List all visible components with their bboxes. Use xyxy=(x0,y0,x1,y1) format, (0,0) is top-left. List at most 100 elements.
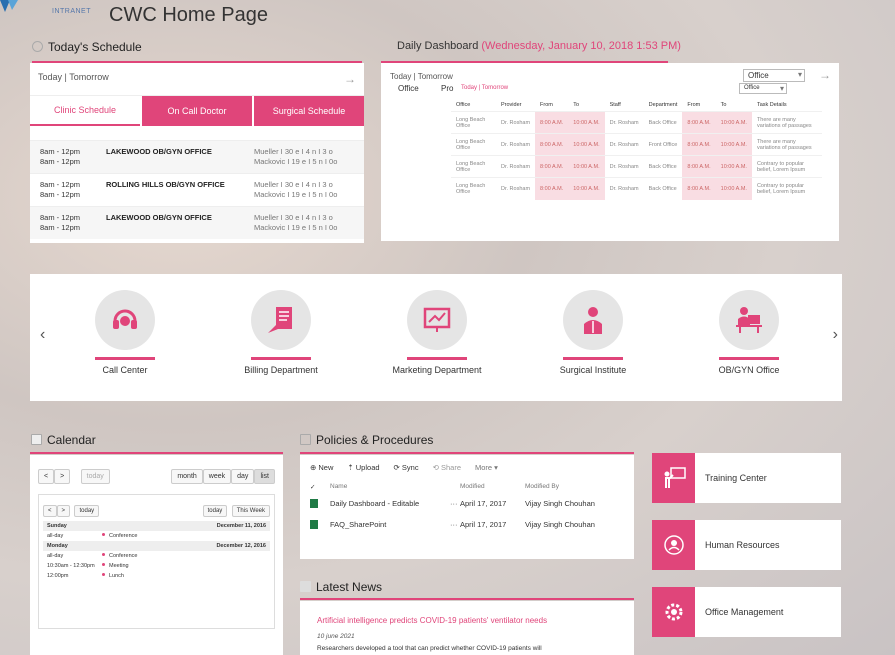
carousel-prev-icon[interactable]: ‹ xyxy=(40,326,45,344)
new-button[interactable]: ⊕ New xyxy=(310,463,333,472)
dashboard-title: Daily Dashboard xyxy=(397,40,479,52)
schedule-card: Today | Tomorrow → Clinic Schedule On Ca… xyxy=(30,63,364,243)
col-modified[interactable]: Modified xyxy=(460,483,525,491)
event-time: 12:00pm xyxy=(47,573,69,579)
event-name: Lunch xyxy=(109,573,124,579)
file-row[interactable]: FAQ_SharePoint ··· April 17, 2017 Vijay Sin… xyxy=(300,515,634,536)
calendar-day-label: Sunday xyxy=(47,523,67,529)
inner-office-filter-select[interactable]: Office xyxy=(739,83,787,94)
calendar-today-button[interactable]: today xyxy=(80,469,110,484)
file-name[interactable]: Daily Dashboard - Editable xyxy=(330,499,450,510)
department-underline xyxy=(719,357,779,360)
dashboard-cell: 8:00 A.M. xyxy=(682,155,716,178)
select-all-check-icon[interactable]: ✓ xyxy=(310,483,330,491)
dashboard-cell: Long Beach Office xyxy=(451,177,496,200)
news-header: Latest News xyxy=(300,580,382,594)
tile-office-management[interactable]: Office Management xyxy=(652,587,841,637)
carousel-next-icon[interactable]: › xyxy=(833,326,838,344)
file-row[interactable]: Daily Dashboard - Editable ··· April 17, 2… xyxy=(300,494,634,515)
office-filter-select[interactable]: Office xyxy=(743,69,805,82)
excel-file-icon xyxy=(310,520,330,531)
dashboard-inner-day-toggle[interactable]: Today | Tomorrow xyxy=(461,85,508,91)
dashboard-row: Long Beach Office Dr. Rosham 8:00 A.M. 10:0… xyxy=(451,133,822,156)
department-name: OB/GYN Office xyxy=(718,365,780,375)
calendar-view-day-button[interactable]: day xyxy=(231,469,255,484)
dashboard-column-header: Department xyxy=(648,102,678,108)
event-time: 10:30am - 12:30pm xyxy=(47,563,95,569)
policies-underline xyxy=(300,452,634,454)
schedule-day-toggle[interactable]: Today | Tomorrow xyxy=(38,72,109,86)
department-item[interactable]: Call Center xyxy=(70,290,180,375)
department-name: Surgical Institute xyxy=(559,365,627,375)
department-item[interactable]: OB/GYN Office xyxy=(694,290,804,375)
dashboard-day-toggle[interactable]: Today | Tomorrow xyxy=(390,72,453,81)
file-name[interactable]: FAQ_SharePoint xyxy=(330,520,450,531)
schedule-doctors: Mueller I 30 e I 4 n I 3 o Mackovic I 19… xyxy=(254,147,338,166)
department-item[interactable]: Surgical Institute xyxy=(538,290,648,375)
schedule-row[interactable]: 8am - 12pm 8am - 12pm ROLLING HILLS OB/GY… xyxy=(30,173,364,206)
person-circle-icon xyxy=(652,520,695,570)
tab-surgical-schedule[interactable]: Surgical Schedule xyxy=(254,96,364,126)
calendar-view-week-button[interactable]: week xyxy=(202,469,232,484)
calendar-day-header: Monday December 12, 2016 xyxy=(43,541,270,551)
schedule-next-arrow-icon[interactable]: → xyxy=(344,72,356,86)
logo xyxy=(0,0,22,18)
department-item[interactable]: Marketing Department xyxy=(382,290,492,375)
tab-on-call-doctor[interactable]: On Call Doctor xyxy=(142,96,252,126)
policies-header: Policies & Procedures xyxy=(300,433,433,447)
tile-human-resources[interactable]: Human Resources xyxy=(652,520,841,570)
event-dot-icon xyxy=(102,533,105,536)
department-name: Call Center xyxy=(102,365,148,375)
news-headline[interactable]: Artificial intelligence predicts COVID-1… xyxy=(317,616,617,625)
list-this-week-button[interactable]: This Week xyxy=(231,505,270,517)
list-today-button[interactable]: today xyxy=(74,505,100,517)
schedule-doctors: Mueller I 30 e I 4 n I 3 o Mackovic I 19… xyxy=(254,180,338,199)
dashboard-cell: Long Beach Office xyxy=(451,155,496,178)
dashboard-column-header: Office xyxy=(456,102,471,108)
list-today-button-right[interactable]: today xyxy=(202,505,228,517)
tile-label: Human Resources xyxy=(705,540,780,550)
calendar-event[interactable]: 12:00pm Lunch xyxy=(43,571,270,581)
col-name[interactable]: Name xyxy=(330,483,450,491)
calendar-event[interactable]: all-day Conference xyxy=(43,551,270,561)
brand-subtitle: INTRANET xyxy=(52,8,91,15)
col-modified-by[interactable]: Modified By xyxy=(525,483,624,491)
calendar-prev-button[interactable]: < xyxy=(38,469,55,484)
calendar-next-button[interactable]: > xyxy=(54,469,71,484)
calendar-event[interactable]: 10:30am - 12:30pm Meeting xyxy=(43,561,270,571)
dashboard-column-header: Provider xyxy=(501,102,522,108)
calendar-view-list-button[interactable]: list xyxy=(254,469,275,484)
dashboard-cell: 10:00 A.M. xyxy=(715,177,752,200)
tab-clinic-schedule[interactable]: Clinic Schedule xyxy=(30,96,140,126)
schedule-header: Today's Schedule xyxy=(32,40,362,63)
dashboard-column-header: From xyxy=(687,102,701,108)
tile-training-center[interactable]: Training Center xyxy=(652,453,841,503)
calendar-view-month-button[interactable]: month xyxy=(171,469,203,484)
list-prev-button[interactable]: < xyxy=(43,505,57,517)
file-more-icon[interactable]: ··· xyxy=(450,520,460,531)
schedule-row[interactable]: 8am - 12pm 8am - 12pm LAKEWOOD OB/GYN OFF… xyxy=(30,206,364,239)
department-item[interactable]: Billing Department xyxy=(226,290,336,375)
more-button[interactable]: More ▾ xyxy=(475,463,498,472)
news-underline xyxy=(300,598,634,600)
list-next-button[interactable]: > xyxy=(56,505,71,517)
chart-board-icon xyxy=(407,290,467,350)
clock-icon xyxy=(32,41,43,52)
share-button[interactable]: ⟲ Share xyxy=(433,463,461,472)
dashboard-cell: Dr. Rosham xyxy=(496,111,536,134)
dashboard-cell: There are many variations of passages xyxy=(751,111,822,134)
file-modified: April 17, 2017 xyxy=(460,520,507,529)
dashboard-next-arrow-icon[interactable]: → xyxy=(819,68,831,82)
calendar-event[interactable]: all-day Conference xyxy=(43,531,270,541)
dashboard-cell: 10:00 A.M. xyxy=(715,155,752,178)
upload-button[interactable]: ⇡ Upload xyxy=(347,463,379,472)
gear-icon xyxy=(652,587,695,637)
sync-button[interactable]: ⟳ Sync xyxy=(394,463,419,472)
schedule-row[interactable]: 8am - 12pm 8am - 12pm LAKEWOOD OB/GYN OFF… xyxy=(30,140,364,173)
dashboard-cell: 8:00 A.M. xyxy=(682,177,716,200)
file-more-icon[interactable]: ··· xyxy=(450,499,460,510)
dashboard-column-header: To xyxy=(573,102,580,108)
calendar-title: Calendar xyxy=(47,433,96,447)
dashboard-cell: There are many variations of passages xyxy=(751,133,822,156)
dashboard-cell: 10:00 A.M. xyxy=(715,133,752,156)
